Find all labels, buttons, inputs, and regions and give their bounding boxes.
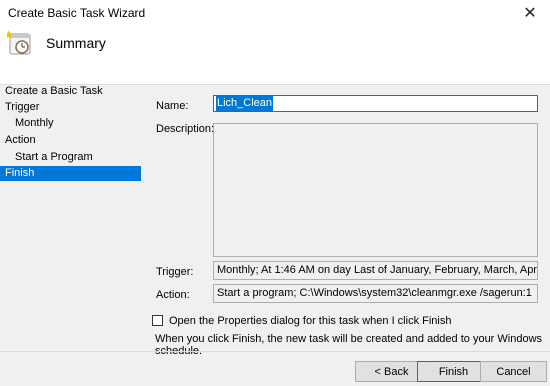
description-field[interactable] <box>213 123 538 257</box>
step-start-program: Start a Program <box>15 151 93 163</box>
open-properties-checkbox[interactable] <box>152 315 163 326</box>
name-label: Name: <box>156 100 189 112</box>
step-trigger: Trigger <box>5 101 40 113</box>
info-text: When you click Finish, the new task will… <box>155 333 543 357</box>
step-monthly: Monthly <box>15 117 54 129</box>
action-label: Action: <box>156 289 190 301</box>
wizard-header: Summary <box>0 26 550 85</box>
step-action: Action <box>5 134 36 146</box>
cancel-button[interactable]: Cancel <box>480 361 547 382</box>
step-create-basic-task: Create a Basic Task <box>5 85 103 97</box>
page-heading: Summary <box>46 35 106 51</box>
name-field[interactable]: Lich_Clean <box>213 95 538 112</box>
name-value: Lich_Clean <box>216 96 274 111</box>
trigger-label: Trigger: <box>156 266 194 278</box>
title-bar: Create Basic Task Wizard ✕ <box>0 0 550 27</box>
window-title: Create Basic Task Wizard <box>8 6 146 20</box>
step-finish: Finish <box>0 166 141 181</box>
trigger-field[interactable]: Monthly; At 1:46 AM on day Last of Janua… <box>213 261 538 280</box>
task-clock-icon <box>7 30 31 55</box>
close-icon[interactable]: ✕ <box>510 0 550 26</box>
description-label: Description: <box>156 123 215 135</box>
open-properties-label[interactable]: Open the Properties dialog for this task… <box>169 315 451 327</box>
wizard-steps: Create a Basic Task Trigger Monthly Acti… <box>0 84 142 386</box>
footer-divider <box>0 351 550 352</box>
action-field[interactable]: Start a program; C:\Windows\system32\cle… <box>213 284 538 303</box>
